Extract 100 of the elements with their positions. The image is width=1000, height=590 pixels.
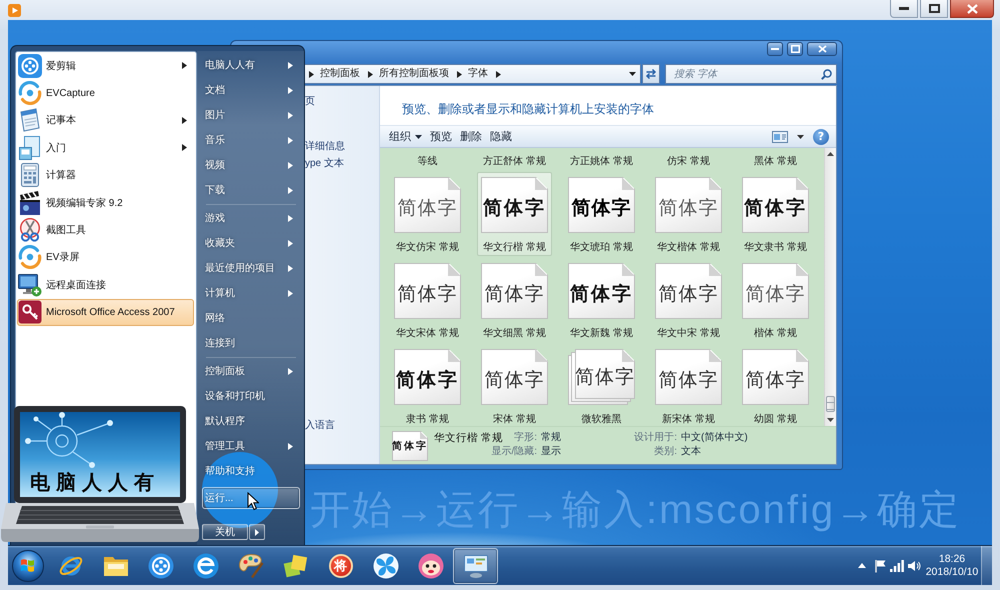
start-menu-item[interactable]: 默认程序 [202, 408, 300, 434]
caret-up-icon[interactable] [858, 563, 866, 568]
flag-icon[interactable] [874, 558, 887, 572]
font-name: 华文隶书 常规 [744, 241, 807, 254]
taskbar-button[interactable] [453, 548, 498, 584]
program-item[interactable]: 计算器 [17, 162, 194, 189]
field-label: 类别: [654, 445, 677, 459]
program-item[interactable]: 记事本 [17, 106, 194, 134]
start-menu-item[interactable]: 网络 [202, 306, 300, 330]
start-menu-item[interactable]: 设备和打印机 [202, 384, 300, 408]
close-icon [818, 45, 826, 53]
font-name: 华文楷体 常规 [657, 241, 720, 254]
caret-down-icon[interactable] [797, 134, 804, 138]
program-item[interactable]: 截图工具 [17, 216, 194, 244]
start-menu-item[interactable]: 收藏夹 [202, 230, 300, 256]
caret-up-icon[interactable] [827, 152, 834, 156]
minimize-button[interactable] [767, 42, 783, 56]
caret-icon[interactable] [182, 116, 187, 124]
toolbar-button[interactable]: 组织 [385, 127, 426, 146]
caret-icon[interactable] [182, 62, 187, 70]
caret-icon[interactable] [288, 62, 293, 68]
font-preview: 简体字 [394, 263, 461, 319]
caret-icon[interactable] [368, 70, 373, 78]
start-menu-item[interactable]: 最近使用的项目 [202, 256, 300, 280]
maximize-button[interactable] [920, 0, 948, 18]
start-menu-item[interactable]: 音乐 [202, 128, 300, 152]
close-button[interactable] [950, 0, 994, 18]
font-preview: 简体字 [655, 349, 722, 405]
shutdown-options-button[interactable] [249, 524, 265, 540]
breadcrumb-item[interactable]: 字体 [468, 67, 488, 81]
start-button[interactable] [12, 550, 44, 582]
caret-icon[interactable] [182, 144, 187, 152]
font-name: 新宋体 常规 [662, 413, 715, 426]
search-icon[interactable] [821, 68, 832, 80]
nav-link[interactable]: 页 [305, 95, 315, 109]
details-font-name: 华文行楷 常规 [434, 431, 503, 445]
start-menu-item[interactable]: 帮助和支持 [202, 458, 300, 484]
start-menu-item[interactable]: 视频 [202, 152, 300, 178]
nav-link[interactable]: 详细信息 [305, 140, 345, 154]
field-value: 中文(简体中文) [681, 431, 748, 445]
start-menu-item[interactable]: 下载 [202, 178, 300, 202]
caret-down-icon[interactable] [827, 418, 834, 422]
pinwheel-icon[interactable] [372, 552, 398, 578]
start-menu-item[interactable]: 游戏 [202, 206, 300, 230]
field-value: 显示 [541, 445, 561, 459]
document-icon [18, 136, 42, 160]
close-button[interactable] [807, 42, 837, 56]
signal-bars-icon[interactable] [890, 560, 904, 572]
scissors-icon [18, 218, 42, 242]
font-name: 华文中宋 常规 [657, 327, 720, 340]
caret-icon[interactable] [288, 442, 293, 450]
toolbar-button[interactable]: 删除 [456, 127, 486, 146]
browser-icon[interactable] [192, 552, 218, 578]
maximize-button[interactable] [787, 42, 803, 56]
film-reel-icon[interactable] [148, 552, 174, 578]
caret-down-icon[interactable] [629, 72, 636, 76]
paint-palette-icon[interactable] [238, 552, 264, 578]
start-menu-item[interactable]: 控制面板 [202, 358, 300, 384]
start-menu-item[interactable]: 计算机 [202, 280, 300, 306]
minimize-button[interactable] [890, 0, 918, 18]
font-preview: 简体字 [392, 431, 428, 461]
toolbar-button[interactable]: 预览 [426, 127, 456, 146]
font-name: 楷体 常规 [754, 327, 797, 340]
caret-icon [255, 528, 259, 536]
view-options-icon[interactable] [772, 130, 788, 142]
breadcrumb-item[interactable]: 控制面板 [320, 67, 360, 81]
start-menu-item[interactable]: 管理工具 [202, 434, 300, 458]
font-item[interactable]: 简体字 华文行楷 常规 [477, 172, 552, 256]
program-item[interactable]: 爱剪辑 [17, 52, 194, 80]
window-chart-icon[interactable] [462, 552, 488, 578]
program-item[interactable]: EV录屏 [17, 244, 194, 272]
program-item[interactable]: EVCapture [17, 79, 194, 107]
font-name: 华文行楷 常规 [483, 241, 546, 254]
refresh-icon [645, 68, 657, 80]
breadcrumb-item[interactable]: 所有控制面板项 [379, 67, 449, 81]
start-menu-item[interactable]: 图片 [202, 102, 300, 128]
caret-icon[interactable] [496, 70, 501, 78]
caret-icon[interactable] [309, 70, 314, 78]
search-field[interactable]: 搜索 字体 [665, 64, 837, 84]
program-item[interactable]: 视频编辑专家 9.2 [17, 188, 194, 216]
speaker-icon[interactable] [907, 560, 921, 572]
start-menu-item[interactable]: 连接到 [202, 330, 300, 356]
play-icon [8, 4, 21, 17]
shutdown-button[interactable]: 关机 [202, 524, 248, 540]
program-item[interactable]: 入门 [17, 134, 194, 162]
font-name: 方正姚体 常规 [570, 155, 633, 169]
refresh-button[interactable] [642, 64, 660, 84]
sticky-notes-icon[interactable] [282, 552, 308, 578]
font-preview: 简体字 [568, 177, 635, 233]
font-name: 幼圆 常规 [754, 413, 797, 426]
program-item[interactable]: Microsoft Office Access 2007 [17, 298, 194, 326]
nav-link[interactable]: ype 文本 [305, 157, 344, 171]
scrollbar-thumb[interactable] [826, 396, 835, 412]
toolbar-button[interactable]: 隐藏 [486, 127, 516, 146]
nav-link[interactable]: 入语言 [305, 419, 335, 433]
font-name: 微软雅黑 [582, 413, 622, 426]
caret-icon[interactable] [457, 70, 462, 78]
show-desktop-button[interactable] [981, 546, 992, 585]
cartoon-face-icon[interactable] [418, 552, 444, 578]
program-item[interactable]: 远程桌面连接 [17, 271, 194, 299]
